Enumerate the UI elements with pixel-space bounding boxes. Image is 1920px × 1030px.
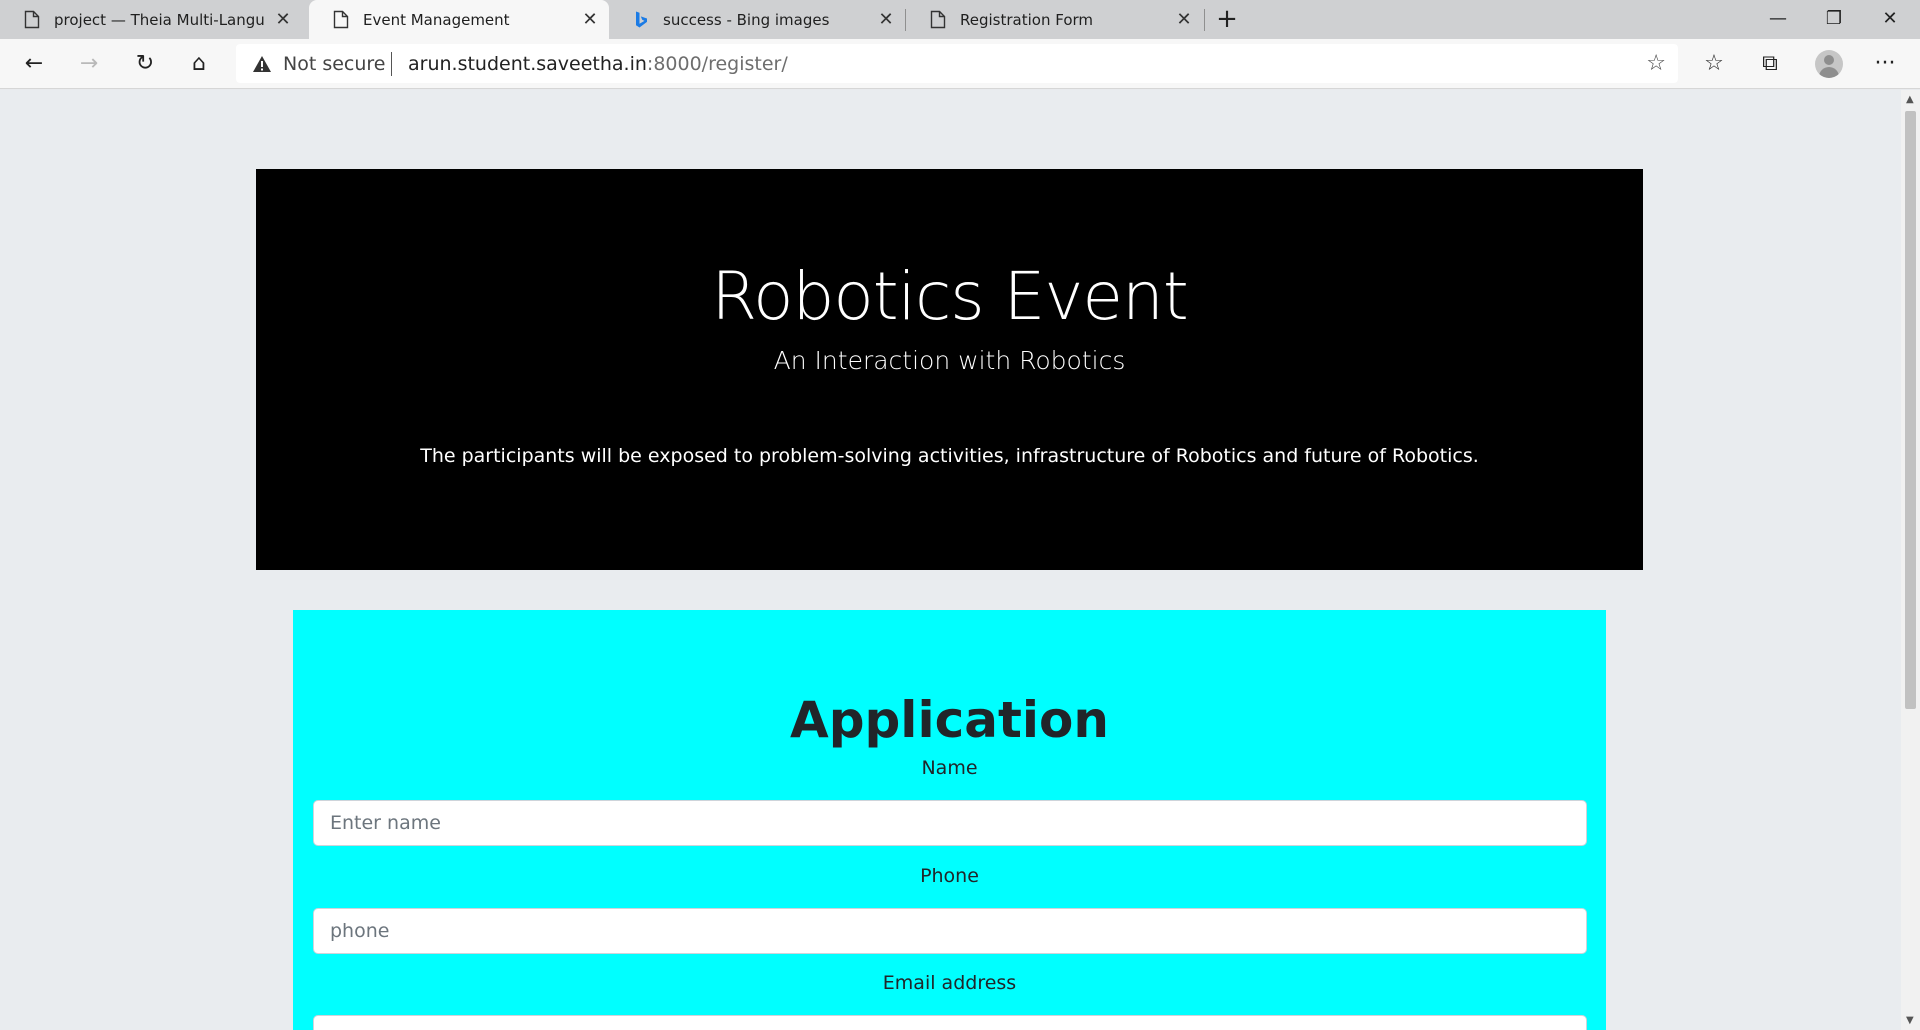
page-icon <box>333 10 349 29</box>
home-icon[interactable]: ⌂ <box>180 45 218 83</box>
application-form: Application Name Phone Email address <box>293 610 1606 1030</box>
close-icon[interactable]: ✕ <box>571 9 609 30</box>
scroll-down-arrow-icon[interactable]: ▼ <box>1906 1015 1914 1026</box>
security-label[interactable]: Not secure <box>283 53 386 75</box>
url-path: :8000/register/ <box>646 53 788 75</box>
url-text[interactable]: arun.student.saveetha.in:8000/register/ <box>408 53 788 75</box>
page-icon <box>930 10 946 29</box>
tab-project[interactable]: project — Theia Multi-Language ✕ <box>0 0 302 39</box>
close-icon[interactable]: ✕ <box>867 9 905 30</box>
warning-icon[interactable] <box>252 55 272 73</box>
forward-arrow-icon[interactable]: → <box>70 45 108 83</box>
tab-separator <box>1204 9 1205 31</box>
email-input[interactable] <box>313 1015 1587 1030</box>
scroll-up-arrow-icon[interactable]: ▲ <box>1906 94 1914 105</box>
tab-registration-form[interactable]: Registration Form ✕ <box>906 0 1203 39</box>
tab-title: Registration Form <box>960 10 1094 29</box>
collections-icon[interactable]: ⧉ <box>1751 45 1789 83</box>
email-label: Email address <box>882 972 1017 994</box>
favorites-icon[interactable]: ☆ <box>1695 45 1733 83</box>
add-favorite-icon[interactable]: ☆ <box>1646 51 1666 76</box>
tab-event-management[interactable]: Event Management ✕ <box>309 0 609 39</box>
hero-description: The participants will be exposed to prob… <box>420 445 1479 467</box>
profile-avatar[interactable] <box>1815 50 1843 78</box>
close-icon[interactable]: ✕ <box>1165 9 1203 30</box>
bing-icon <box>636 11 647 28</box>
tab-strip: project — Theia Multi-Language ✕ Event M… <box>0 0 1920 39</box>
tab-title: project — Theia Multi-Language <box>54 10 264 29</box>
tab-bing-images[interactable]: success - Bing images ✕ <box>609 0 905 39</box>
browser-toolbar: ← → ↻ ⌂ Not secure arun.student.saveetha… <box>0 39 1920 89</box>
hero-subtitle: An Interaction with Robotics <box>773 346 1126 375</box>
hero-banner: Robotics Event An Interaction with Robot… <box>256 169 1643 570</box>
address-bar[interactable]: Not secure arun.student.saveetha.in:8000… <box>236 44 1678 83</box>
refresh-icon[interactable]: ↻ <box>126 45 164 83</box>
close-icon[interactable]: ✕ <box>264 9 302 30</box>
url-host: arun.student.saveetha.in <box>408 53 647 75</box>
minimize-button[interactable]: — <box>1750 0 1806 39</box>
more-options-icon[interactable]: ··· <box>1866 45 1904 83</box>
avatar-head <box>1824 55 1834 65</box>
page-viewport: Robotics Event An Interaction with Robot… <box>0 90 1901 1030</box>
page-scrollbar[interactable]: ▲ ▼ <box>1901 90 1920 1030</box>
new-tab-button[interactable]: + <box>1207 0 1247 39</box>
form-heading: Application <box>790 691 1109 749</box>
url-separator <box>391 52 392 76</box>
name-input[interactable] <box>313 800 1587 846</box>
avatar-body <box>1819 67 1839 78</box>
hero-title: Robotics Event <box>711 258 1189 335</box>
phone-label: Phone <box>920 865 979 887</box>
close-window-button[interactable]: ✕ <box>1862 0 1918 39</box>
tab-title: success - Bing images <box>663 10 830 29</box>
tab-title: Event Management <box>363 10 510 29</box>
back-arrow-icon[interactable]: ← <box>15 45 53 83</box>
phone-input[interactable] <box>313 908 1587 954</box>
scrollbar-thumb[interactable] <box>1905 111 1916 709</box>
page-icon <box>24 10 40 29</box>
restore-button[interactable]: ❐ <box>1806 0 1862 39</box>
name-label: Name <box>921 757 978 779</box>
